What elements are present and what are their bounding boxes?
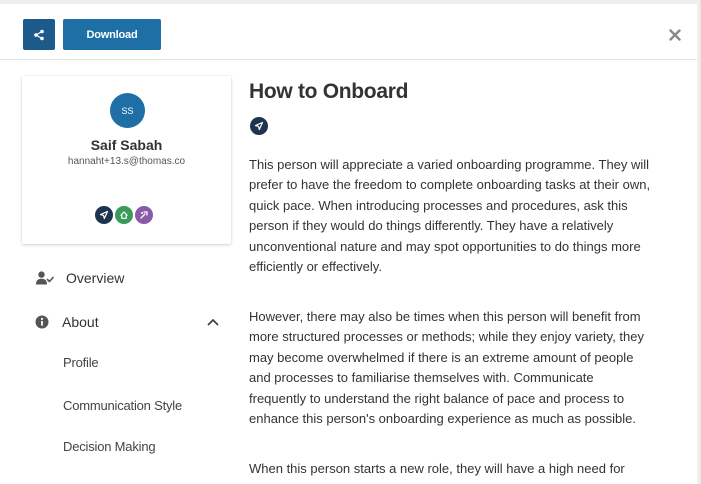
paragraph-line: frequently to understand the right balan…	[249, 390, 625, 406]
info-icon	[32, 312, 52, 332]
user-check-icon	[35, 268, 55, 288]
share-icon	[34, 29, 44, 40]
chevron-up-icon[interactable]	[206, 315, 220, 329]
navigate-icon	[254, 121, 264, 131]
section-title: How to Onboard	[249, 80, 409, 103]
paragraph-line: more structured processes or methods; wh…	[249, 329, 644, 345]
paragraph-line: may become overwhelmed if there is an ex…	[249, 349, 634, 365]
nav-label-overview: Overview	[66, 270, 125, 286]
paragraph-line: quick pace. When introducing processes a…	[249, 197, 628, 213]
nav-sub-decision-making[interactable]: Decision Making	[63, 439, 156, 454]
avatar: SS	[110, 93, 145, 128]
close-button[interactable]	[666, 26, 684, 44]
paragraph-line: person if they would do things different…	[249, 218, 614, 234]
navigate-icon	[99, 210, 109, 220]
paragraph-3: When this person starts a new role, they…	[249, 459, 689, 479]
section-badge	[250, 117, 268, 135]
share-button[interactable]	[23, 19, 55, 50]
paragraph-line: unconventional nature and may spot oppor…	[249, 238, 641, 254]
profile-name: Saif Sabah	[90, 137, 163, 153]
home-badge	[115, 206, 133, 224]
paragraph-1: This person will appreciate a varied onb…	[249, 155, 689, 277]
report-panel: Download SS Saif Sabah hannaht+13.s@thom…	[0, 0, 701, 484]
profile-card: SS Saif Sabah hannaht+13.s@thomas.co	[22, 76, 231, 244]
panel-right-edge	[697, 0, 701, 484]
nav-sub-communication-style[interactable]: Communication Style	[63, 398, 182, 413]
toolbar: Download	[0, 4, 697, 59]
spark-badge	[135, 206, 153, 224]
paragraph-line: However, there may also be times when th…	[249, 309, 641, 324]
paragraph-line: enhance this person's onboarding experie…	[249, 411, 636, 427]
paragraph-line: This person will appreciate a varied onb…	[249, 157, 650, 172]
nav-sub-profile[interactable]: Profile	[63, 355, 99, 370]
profile-badges	[95, 206, 153, 224]
paragraph-line: prefer to have the freedom to complete o…	[249, 177, 651, 193]
paragraph-line: and processes to familiarise themselves …	[249, 370, 594, 386]
close-icon	[669, 29, 681, 41]
nav-item-overview[interactable]: Overview	[22, 258, 237, 298]
home-icon	[120, 211, 128, 219]
download-button[interactable]: Download	[63, 19, 161, 50]
paragraph-line: When this person starts a new role, they…	[249, 461, 625, 476]
nav-label-about: About	[62, 314, 99, 330]
paragraph-2: However, there may also be times when th…	[249, 307, 689, 429]
navigate-badge	[95, 206, 113, 224]
paragraph-line: efficiently or effectively.	[249, 259, 382, 275]
toolbar-divider	[0, 59, 697, 60]
nav-item-about[interactable]: About	[22, 302, 237, 342]
spark-icon	[140, 211, 148, 219]
profile-email: hannaht+13.s@thomas.co	[67, 156, 186, 167]
